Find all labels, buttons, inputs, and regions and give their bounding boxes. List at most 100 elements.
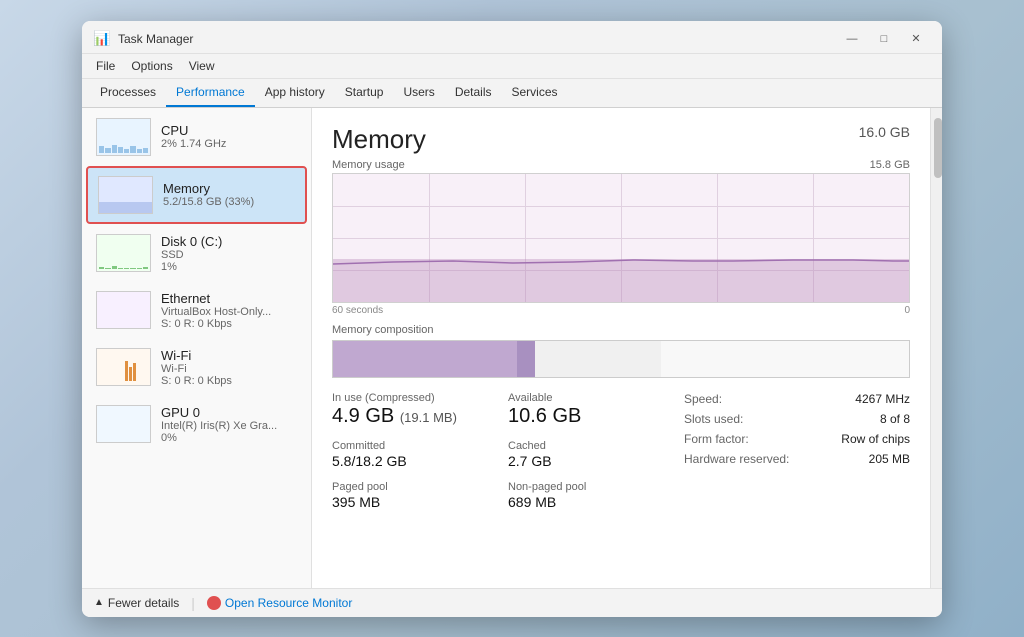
close-button[interactable]: ✕ (902, 29, 930, 49)
memory-sub: 5.2/15.8 GB (33%) (163, 196, 295, 208)
open-resource-label: Open Resource Monitor (225, 596, 352, 610)
tab-processes[interactable]: Processes (90, 79, 166, 107)
tab-details[interactable]: Details (445, 79, 502, 107)
comp-modified (517, 341, 534, 377)
title-bar-left: 📊 Task Manager (94, 31, 193, 47)
task-manager-window: 📊 Task Manager — □ ✕ File Options View P… (82, 21, 942, 617)
stat-committed-label: Committed (332, 440, 492, 452)
stat-hw-reserved: Hardware reserved: 205 MB (684, 452, 910, 466)
ethernet-label: Ethernet (161, 291, 297, 306)
sidebar-item-ethernet[interactable]: Ethernet VirtualBox Host-Only... S: 0 R:… (86, 283, 307, 338)
memory-usage-chart (332, 173, 910, 303)
composition-label: Memory composition (332, 324, 910, 336)
cpu-thumbnail (96, 118, 151, 156)
stat-paged-pool: Paged pool 395 MB (332, 481, 492, 510)
sidebar-item-gpu[interactable]: GPU 0 Intel(R) Iris(R) Xe Gra... 0% (86, 397, 307, 452)
open-resource-monitor-link[interactable]: Open Resource Monitor (207, 596, 352, 610)
wifi-label: Wi-Fi (161, 348, 297, 363)
stat-cached: Cached 2.7 GB (508, 440, 668, 469)
cpu-info: CPU 2% 1.74 GHz (161, 123, 297, 150)
stat-form-factor: Form factor: Row of chips (684, 432, 910, 446)
composition-bar (332, 340, 910, 378)
stat-speed: Speed: 4267 MHz (684, 392, 910, 406)
time-right: 0 (904, 305, 910, 316)
sidebar-item-wifi[interactable]: Wi-Fi Wi-Fi S: 0 R: 0 Kbps (86, 340, 307, 395)
sidebar-item-disk[interactable]: Disk 0 (C:) SSD 1% (86, 226, 307, 281)
chart-label-row: Memory usage 15.8 GB (332, 159, 910, 171)
stat-in-use: In use (Compressed) 4.9 GB (19.1 MB) (332, 392, 492, 428)
stat-form-val: Row of chips (841, 432, 910, 446)
comp-free (661, 341, 909, 377)
chart-label: Memory usage (332, 159, 405, 171)
main-panel-wrapper: Memory 16.0 GB Memory usage 15.8 GB (312, 108, 942, 588)
main-title: Memory (332, 124, 426, 155)
content-area: CPU 2% 1.74 GHz Memory 5.2/15.8 GB (33%) (82, 108, 942, 588)
memory-info: Memory 5.2/15.8 GB (33%) (163, 181, 295, 208)
sidebar-item-memory[interactable]: Memory 5.2/15.8 GB (33%) (86, 166, 307, 224)
tab-startup[interactable]: Startup (335, 79, 394, 107)
menu-view[interactable]: View (183, 56, 221, 76)
gpu-thumbnail (96, 405, 151, 443)
wifi-info: Wi-Fi Wi-Fi S: 0 R: 0 Kbps (161, 348, 297, 387)
ethernet-thumbnail (96, 291, 151, 329)
stat-cached-value: 2.7 GB (508, 453, 668, 469)
title-bar: 📊 Task Manager — □ ✕ (82, 21, 942, 54)
tab-users[interactable]: Users (393, 79, 444, 107)
memory-composition-section: Memory composition (332, 324, 910, 378)
chart-svg (333, 174, 909, 302)
stat-available-value: 10.6 GB (508, 405, 668, 428)
disk-sub1: SSD (161, 249, 297, 261)
gpu-sub2: 0% (161, 432, 297, 444)
tab-services[interactable]: Services (502, 79, 568, 107)
sidebar-item-cpu[interactable]: CPU 2% 1.74 GHz (86, 110, 307, 164)
stat-nonpaged-pool: Non-paged pool 689 MB (508, 481, 668, 510)
fewer-details-button[interactable]: ▲ Fewer details (94, 596, 179, 610)
stat-committed: Committed 5.8/18.2 GB (332, 440, 492, 469)
maximize-button[interactable]: □ (870, 29, 898, 49)
comp-in-use (333, 341, 517, 377)
window-title: Task Manager (118, 32, 193, 46)
title-bar-controls: — □ ✕ (838, 29, 930, 49)
disk-info: Disk 0 (C:) SSD 1% (161, 234, 297, 273)
wifi-thumbnail (96, 348, 151, 386)
minimize-button[interactable]: — (838, 29, 866, 49)
scrollbar-track[interactable] (930, 108, 942, 588)
stat-hw-val: 205 MB (869, 452, 910, 466)
stat-paged-label: Paged pool (332, 481, 492, 493)
menu-options[interactable]: Options (125, 56, 178, 76)
sidebar: CPU 2% 1.74 GHz Memory 5.2/15.8 GB (33%) (82, 108, 312, 588)
cpu-label: CPU (161, 123, 297, 138)
disk-sub2: 1% (161, 261, 297, 273)
stat-available: Available 10.6 GB (508, 392, 668, 428)
bottom-bar: ▲ Fewer details | Open Resource Monitor (82, 588, 942, 617)
cpu-sub: 2% 1.74 GHz (161, 138, 297, 150)
stat-in-use-label: In use (Compressed) (332, 392, 492, 404)
stat-hw-key: Hardware reserved: (684, 452, 789, 466)
tab-performance[interactable]: Performance (166, 79, 255, 107)
ethernet-info: Ethernet VirtualBox Host-Only... S: 0 R:… (161, 291, 297, 330)
stat-speed-key: Speed: (684, 392, 722, 406)
center-stats: Available 10.6 GB Cached 2.7 GB Non-page… (508, 392, 668, 510)
stat-slots-val: 8 of 8 (880, 412, 910, 426)
disk-label: Disk 0 (C:) (161, 234, 297, 249)
stat-slots-key: Slots used: (684, 412, 743, 426)
scrollbar-thumb[interactable] (934, 118, 942, 178)
memory-thumbnail (98, 176, 153, 214)
fewer-details-label: Fewer details (108, 596, 179, 610)
separator: | (191, 595, 195, 611)
main-panel: Memory 16.0 GB Memory usage 15.8 GB (312, 108, 930, 588)
time-left: 60 seconds (332, 305, 383, 316)
stat-nonpaged-label: Non-paged pool (508, 481, 668, 493)
memory-label: Memory (163, 181, 295, 196)
stat-committed-value: 5.8/18.2 GB (332, 453, 492, 469)
main-total: 16.0 GB (859, 124, 910, 140)
stat-speed-val: 4267 MHz (855, 392, 910, 406)
tab-app-history[interactable]: App history (255, 79, 335, 107)
chevron-up-icon: ▲ (94, 597, 104, 608)
stat-paged-value: 395 MB (332, 494, 492, 510)
stat-cached-label: Cached (508, 440, 668, 452)
menu-file[interactable]: File (90, 56, 121, 76)
stat-slots: Slots used: 8 of 8 (684, 412, 910, 426)
stat-form-key: Form factor: (684, 432, 749, 446)
stat-available-label: Available (508, 392, 668, 404)
